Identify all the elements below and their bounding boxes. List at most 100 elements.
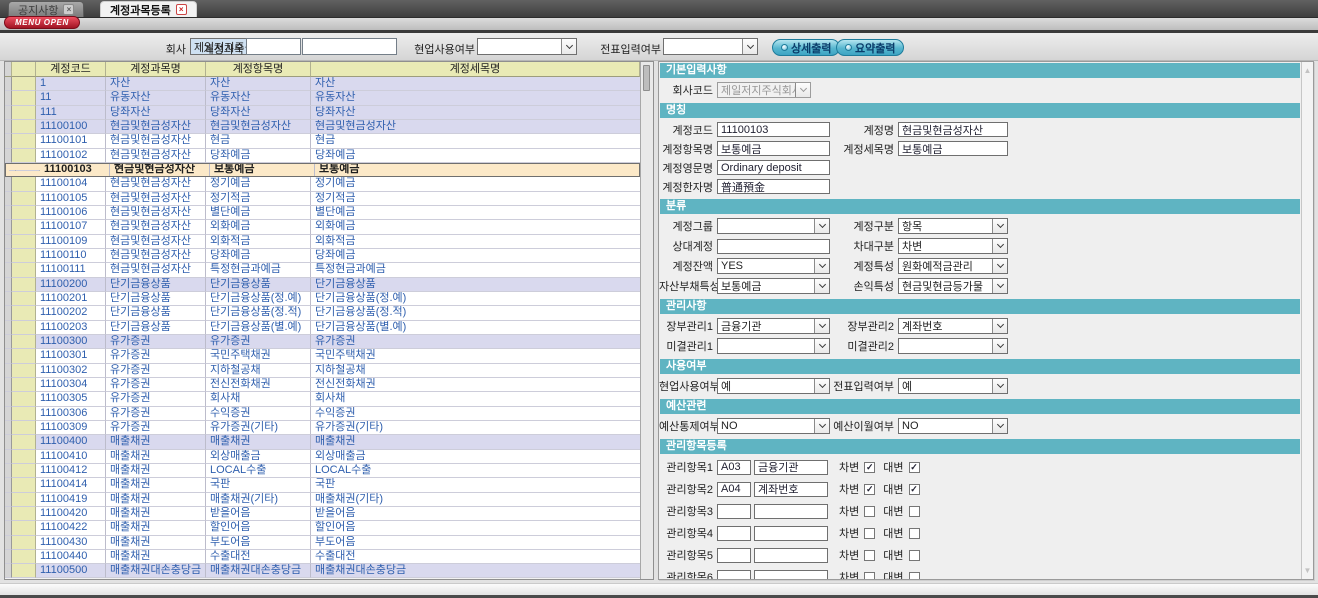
- row-selector[interactable]: [12, 235, 36, 249]
- cell-detail-name[interactable]: 자산: [311, 77, 640, 91]
- mgmt-item-code-input[interactable]: [717, 548, 751, 563]
- cell-item-name[interactable]: 유동자산: [206, 91, 311, 105]
- cell-detail-name[interactable]: 국판: [311, 478, 640, 492]
- cell-account-name[interactable]: 현금및현금성자산: [106, 249, 206, 263]
- cell-item-name[interactable]: 단기금융상품(별.예): [206, 321, 311, 335]
- dc-select[interactable]: 차변: [898, 238, 1008, 254]
- cell-account-name[interactable]: 매출채권: [106, 493, 206, 507]
- cell-account-name[interactable]: 유가증권: [106, 364, 206, 378]
- book1-select[interactable]: 금융기관: [717, 318, 830, 334]
- credit-checkbox[interactable]: ✓: [909, 484, 920, 495]
- cell-item-name[interactable]: 유가증권: [206, 335, 311, 349]
- mgmt-item-name-input[interactable]: [754, 570, 828, 580]
- table-row[interactable]: 11100430 매출채권 부도어음 부도어음: [5, 536, 640, 550]
- cell-item-name[interactable]: LOCAL수출: [206, 464, 311, 478]
- cell-account-code[interactable]: 11100111: [36, 263, 106, 277]
- eng-name-input[interactable]: [717, 160, 830, 175]
- cell-item-name[interactable]: 지하철공채: [206, 364, 311, 378]
- table-row[interactable]: 11100200 단기금융상품 단기금융상품 단기금융상품: [5, 278, 640, 292]
- table-row[interactable]: 11100107 현금및현금성자산 외화예금 외화예금: [5, 220, 640, 234]
- table-row[interactable]: 11100500 매출채권대손충당금 매출채권대손충당금 매출채권대손충당금: [5, 564, 640, 578]
- cell-item-name[interactable]: 당좌자산: [206, 106, 311, 120]
- cell-item-name[interactable]: 당좌예금: [206, 149, 311, 163]
- cell-account-code[interactable]: 11100201: [36, 292, 106, 306]
- table-row[interactable]: 11100422 매출채권 할인어음 할인어음: [5, 521, 640, 535]
- row-selector[interactable]: [12, 263, 36, 277]
- cell-detail-name[interactable]: 매출채권(기타): [311, 493, 640, 507]
- row-selector[interactable]: [12, 278, 36, 292]
- cell-item-name[interactable]: 별단예금: [206, 206, 311, 220]
- cell-account-name[interactable]: 매출채권대손충당금: [106, 564, 206, 578]
- cell-item-name[interactable]: 할인어음: [206, 521, 311, 535]
- table-row[interactable]: 11100201 단기금융상품 단기금융상품(정.예) 단기금융상품(정.예): [5, 292, 640, 306]
- cell-detail-name[interactable]: 외화적금: [311, 235, 640, 249]
- cell-account-name[interactable]: 매출채권: [106, 450, 206, 464]
- table-row[interactable]: 111 당좌자산 당좌자산 당좌자산: [5, 106, 640, 120]
- cell-account-code[interactable]: 11100306: [36, 407, 106, 421]
- detail-print-button[interactable]: 상세출력: [772, 39, 840, 56]
- cell-item-name[interactable]: 외화예금: [206, 220, 311, 234]
- mgmt-item-code-input[interactable]: [717, 526, 751, 541]
- cell-account-name[interactable]: 현금및현금성자산: [106, 235, 206, 249]
- cell-account-code[interactable]: 11100101: [36, 134, 106, 148]
- table-row[interactable]: 1 자산 자산 자산: [5, 77, 640, 91]
- cell-detail-name[interactable]: LOCAL수출: [311, 464, 640, 478]
- account-name-input[interactable]: [302, 38, 397, 55]
- cell-item-name[interactable]: 정기적금: [206, 192, 311, 206]
- table-row[interactable]: 11100100 현금및현금성자산 현금및현금성자산 현금및현금성자산: [5, 120, 640, 134]
- table-row[interactable]: 11100102 현금및현금성자산 당좌예금 당좌예금: [5, 149, 640, 163]
- cell-account-code[interactable]: 11100305: [36, 392, 106, 406]
- table-row[interactable]: 11100104 현금및현금성자산 정기예금 정기예금: [5, 177, 640, 191]
- use1-select[interactable]: 예: [717, 378, 830, 394]
- cell-account-name[interactable]: 당좌자산: [106, 106, 206, 120]
- table-row[interactable]: 11100306 유가증권 수익증권 수익증권: [5, 407, 640, 421]
- cell-account-code[interactable]: 11100301: [36, 349, 106, 363]
- cell-item-name[interactable]: 외상매출금: [206, 450, 311, 464]
- table-row[interactable]: 11100410 매출채권 외상매출금 외상매출금: [5, 450, 640, 464]
- row-selector[interactable]: [12, 321, 36, 335]
- account-code-input[interactable]: [246, 38, 301, 55]
- cell-detail-name[interactable]: 현금및현금성자산: [311, 120, 640, 134]
- table-row[interactable]: 11100400 매출채권 매출채권 매출채권: [5, 435, 640, 449]
- grid-header-name[interactable]: 계정과목명: [106, 62, 206, 77]
- cell-account-code[interactable]: 11100440: [36, 550, 106, 564]
- cell-account-name[interactable]: 매출채권: [106, 536, 206, 550]
- row-selector[interactable]: [12, 450, 36, 464]
- cell-detail-name[interactable]: 매출채권대손충당금: [311, 564, 640, 578]
- row-selector[interactable]: [12, 306, 36, 320]
- cell-detail-name[interactable]: 할인어음: [311, 521, 640, 535]
- cell-item-name[interactable]: 외화적금: [206, 235, 311, 249]
- cell-account-name[interactable]: 매출채권: [106, 435, 206, 449]
- row-selector[interactable]: [12, 149, 36, 163]
- cell-account-name[interactable]: 현금및현금성자산: [106, 177, 206, 191]
- cell-item-name[interactable]: 회사채: [206, 392, 311, 406]
- cell-account-code[interactable]: 1: [36, 77, 106, 91]
- table-row[interactable]: 11100309 유가증권 유가증권(기타) 유가증권(기타): [5, 421, 640, 435]
- debit-checkbox[interactable]: ✓: [864, 462, 875, 473]
- row-selector[interactable]: [16, 170, 40, 171]
- item-name-input[interactable]: [717, 141, 830, 156]
- row-selector[interactable]: [12, 378, 36, 392]
- row-selector[interactable]: [12, 120, 36, 134]
- credit-checkbox[interactable]: [909, 528, 920, 539]
- cell-item-name[interactable]: 매출채권(기타): [206, 493, 311, 507]
- row-selector[interactable]: [12, 464, 36, 478]
- row-selector[interactable]: [12, 206, 36, 220]
- row-selector[interactable]: [12, 134, 36, 148]
- cell-account-code[interactable]: 11100422: [36, 521, 106, 535]
- tab-notice[interactable]: 공지사항 ×: [8, 1, 84, 17]
- row-selector[interactable]: [12, 335, 36, 349]
- use2-select[interactable]: 예: [898, 378, 1008, 394]
- cell-detail-name[interactable]: 매출채권: [311, 435, 640, 449]
- cell-detail-name[interactable]: 외상매출금: [311, 450, 640, 464]
- cell-account-name[interactable]: 현금및현금성자산: [106, 192, 206, 206]
- cell-detail-name[interactable]: 유동자산: [311, 91, 640, 105]
- table-row[interactable]: 11100412 매출채권 LOCAL수출 LOCAL수출: [5, 464, 640, 478]
- grid-header-detail[interactable]: 계정세목명: [311, 62, 640, 77]
- cell-detail-name[interactable]: 수익증권: [311, 407, 640, 421]
- mgmt-item-code-input[interactable]: [717, 570, 751, 580]
- cell-account-name[interactable]: 유가증권: [106, 392, 206, 406]
- cell-account-name[interactable]: 현금및현금성자산: [106, 220, 206, 234]
- cell-detail-name[interactable]: 단기금융상품(정.예): [311, 292, 640, 306]
- cell-account-code[interactable]: 11100302: [36, 364, 106, 378]
